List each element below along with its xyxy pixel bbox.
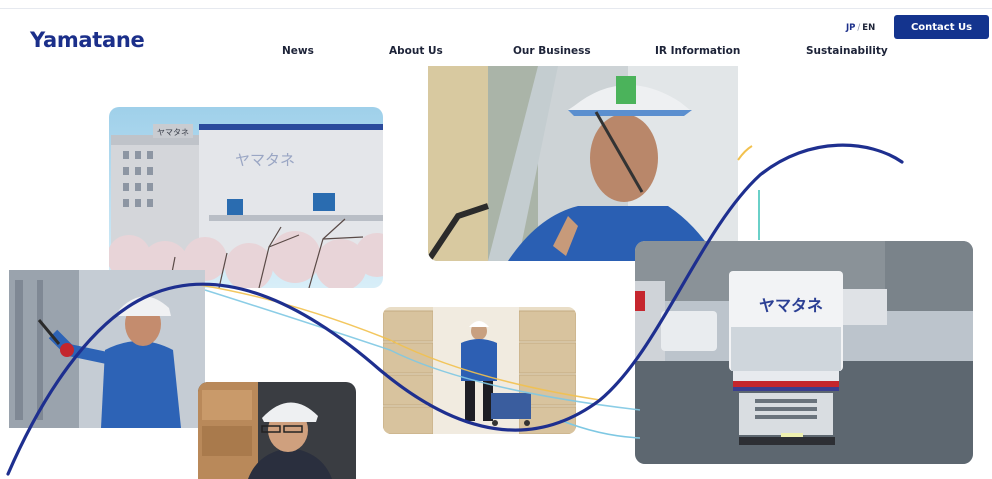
photo-worker-glasses xyxy=(198,382,356,479)
svg-text:ヤマタネ: ヤマタネ xyxy=(157,128,189,137)
lang-jp-link[interactable]: JP xyxy=(846,23,855,33)
language-switcher: JP / EN xyxy=(846,23,875,33)
photo-warehouse-aisle xyxy=(383,307,576,434)
building-sign-text: ヤマタネ xyxy=(235,151,295,169)
photo-worker-hardhat xyxy=(428,66,738,261)
photo-delivery-truck: ヤマタネ xyxy=(635,241,973,464)
photo-warehouse-building: ヤマタネ ヤマタネ xyxy=(109,107,383,288)
nav-item-sustainability[interactable]: Sustainability xyxy=(806,45,888,57)
nav-item-news[interactable]: News xyxy=(282,45,314,57)
photo-worker-inspecting xyxy=(9,270,205,428)
lang-separator: / xyxy=(857,23,861,33)
contact-us-button[interactable]: Contact Us xyxy=(894,15,989,39)
header-top-divider xyxy=(0,8,992,9)
lang-en-link[interactable]: EN xyxy=(862,23,875,33)
nav-item-about-us[interactable]: About Us xyxy=(389,45,443,57)
truck-sign-text: ヤマタネ xyxy=(759,296,823,315)
nav-item-ir-information[interactable]: IR Information xyxy=(655,45,740,57)
main-nav: News About Us Our Business IR Informatio… xyxy=(0,45,992,61)
nav-item-our-business[interactable]: Our Business xyxy=(513,45,591,57)
